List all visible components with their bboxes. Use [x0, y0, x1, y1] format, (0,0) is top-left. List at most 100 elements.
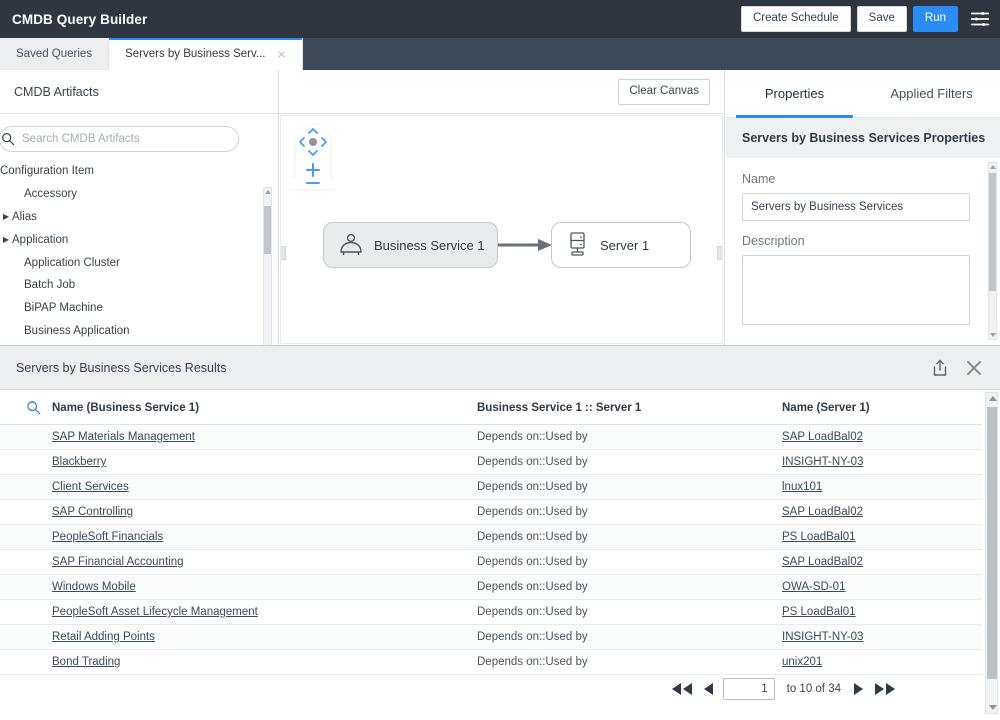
scrollbar-thumb[interactable] [989, 173, 996, 291]
scroll-down-icon[interactable] [990, 333, 996, 337]
business-service-link[interactable]: PeopleSoft Asset Lifecycle Management [52, 606, 258, 618]
tree-item-application[interactable]: ▶ Application [0, 228, 278, 251]
search-icon[interactable] [26, 400, 41, 415]
tree-item-alias[interactable]: ▶ Alias [0, 206, 278, 229]
results-table-body: SAP Materials Management Depends on::Use… [0, 424, 982, 675]
export-icon[interactable] [930, 358, 950, 378]
canvas-node-business-service-1[interactable]: Business Service 1 [323, 222, 498, 268]
server-link[interactable]: lnux101 [782, 481, 822, 493]
column-header-name-server[interactable]: Name (Server 1) [782, 390, 982, 425]
create-schedule-button[interactable]: Create Schedule [741, 6, 851, 32]
table-row[interactable]: SAP Controlling Depends on::Used by SAP … [0, 499, 982, 525]
results-title: Servers by Business Services Results [16, 360, 227, 375]
name-field[interactable] [742, 193, 970, 221]
server-link[interactable]: PS LoadBal01 [782, 606, 856, 618]
tab-saved-queries[interactable]: Saved Queries [0, 38, 110, 70]
scrollbar-thumb[interactable] [264, 206, 271, 254]
table-row[interactable]: PeopleSoft Financials Depends on::Used b… [0, 524, 982, 550]
server-link[interactable]: PS LoadBal01 [782, 531, 856, 543]
double-left-arrow-icon[interactable] [671, 682, 693, 696]
tree-item-bipap-machine[interactable]: BiPAP Machine [0, 297, 278, 320]
scroll-up-icon[interactable] [989, 396, 997, 401]
tab-label: Servers by Business Serv... [125, 48, 266, 60]
close-icon[interactable]: × [277, 47, 285, 61]
business-service-link[interactable]: Retail Adding Points [52, 631, 155, 643]
properties-scrollbar[interactable] [988, 162, 997, 340]
business-service-link[interactable]: SAP Controlling [52, 506, 133, 518]
tree-item-business-application[interactable]: Business Application [0, 320, 278, 343]
scroll-up-icon[interactable] [990, 165, 996, 169]
row-spacer [0, 474, 52, 500]
properties-section-title: Servers by Business Services Properties [726, 118, 1000, 158]
table-row[interactable]: SAP Materials Management Depends on::Use… [0, 424, 982, 450]
table-row[interactable]: PeopleSoft Asset Lifecycle Management De… [0, 599, 982, 625]
tab-servers-by-business-services[interactable]: Servers by Business Serv... × [109, 38, 303, 70]
node-label: Server 1 [600, 237, 650, 253]
run-button[interactable]: Run [912, 6, 958, 32]
tree-item-batch-job[interactable]: Batch Job [0, 274, 278, 297]
table-header-row: Name (Business Service 1) Business Servi… [0, 390, 982, 425]
sliders-icon[interactable] [964, 8, 991, 30]
left-arrow-icon[interactable] [702, 682, 714, 696]
table-row[interactable]: Blackberry Depends on::Used by INSIGHT-N… [0, 449, 982, 475]
column-header-name-business-service[interactable]: Name (Business Service 1) [52, 390, 477, 425]
chevron-right-icon[interactable]: ▶ [0, 235, 12, 244]
table-row[interactable]: Client Services Depends on::Used by lnux… [0, 474, 982, 500]
server-link[interactable]: OWA-SD-01 [782, 581, 845, 593]
right-arrow-icon[interactable] [853, 682, 865, 696]
table-row[interactable]: Windows Mobile Depends on::Used by OWA-S… [0, 574, 982, 600]
double-right-arrow-icon[interactable] [874, 682, 896, 696]
row-spacer [0, 624, 52, 650]
app-title: CMDB Query Builder [12, 11, 148, 27]
pan-zoom-control[interactable] [289, 120, 337, 198]
cell-server: SAP LoadBal02 [782, 499, 982, 525]
business-service-link[interactable]: Windows Mobile [52, 581, 136, 593]
tree-item-label: Alias [12, 210, 37, 223]
cell-relationship: Depends on::Used by [477, 524, 782, 550]
canvas-surface[interactable]: Business Service 1 Server 1 [280, 115, 723, 344]
server-link[interactable]: SAP LoadBal02 [782, 431, 863, 443]
search-input[interactable] [0, 126, 239, 152]
business-service-link[interactable]: SAP Materials Management [52, 431, 195, 443]
tree-item-application-cluster[interactable]: Application Cluster [0, 251, 278, 274]
sidebar-scrollbar[interactable] [263, 187, 272, 345]
cell-server: SAP LoadBal02 [782, 424, 982, 450]
column-header-relationship[interactable]: Business Service 1 :: Server 1 [477, 390, 782, 425]
cell-business-service: SAP Controlling [52, 499, 477, 525]
tab-applied-filters[interactable]: Applied Filters [863, 70, 1000, 117]
canvas-collapse-left-handle[interactable] [281, 246, 286, 260]
table-row[interactable]: Retail Adding Points Depends on::Used by… [0, 624, 982, 650]
row-spacer [0, 549, 52, 575]
canvas-collapse-right-handle[interactable] [717, 246, 722, 260]
canvas-edge-arrow[interactable] [498, 238, 554, 252]
tree-item-configuration-item[interactable]: Configuration Item [0, 160, 278, 183]
canvas-node-server-1[interactable]: Server 1 [551, 222, 691, 268]
server-link[interactable]: INSIGHT-NY-03 [782, 456, 863, 468]
scroll-up-icon[interactable] [265, 190, 271, 194]
server-link[interactable]: SAP LoadBal02 [782, 556, 863, 568]
cell-server: lnux101 [782, 474, 982, 500]
server-link[interactable]: SAP LoadBal02 [782, 506, 863, 518]
save-button[interactable]: Save [856, 6, 907, 32]
business-service-link[interactable]: PeopleSoft Financials [52, 531, 163, 543]
tab-strip: Saved Queries Servers by Business Serv..… [0, 38, 1000, 70]
results-table: Name (Business Service 1) Business Servi… [0, 390, 982, 675]
business-service-link[interactable]: Client Services [52, 481, 129, 493]
description-field[interactable] [742, 255, 970, 325]
page-number-input[interactable] [722, 678, 775, 700]
business-service-link[interactable]: Blackberry [52, 456, 106, 468]
cell-business-service: PeopleSoft Asset Lifecycle Management [52, 599, 477, 625]
scroll-down-icon[interactable] [989, 705, 997, 710]
tree-item-accessory[interactable]: Accessory [0, 183, 278, 206]
tab-label: Properties [764, 86, 825, 101]
table-row[interactable]: SAP Financial Accounting Depends on::Use… [0, 549, 982, 575]
business-service-link[interactable]: SAP Financial Accounting [52, 556, 183, 568]
results-scrollbar[interactable] [985, 392, 998, 714]
close-icon[interactable] [964, 358, 984, 378]
clear-canvas-button[interactable]: Clear Canvas [618, 78, 710, 105]
tree-item-label: Batch Job [24, 279, 76, 292]
server-link[interactable]: INSIGHT-NY-03 [782, 631, 863, 643]
scrollbar-thumb[interactable] [987, 407, 997, 679]
tab-properties[interactable]: Properties [726, 70, 863, 118]
chevron-right-icon[interactable]: ▶ [0, 212, 12, 221]
